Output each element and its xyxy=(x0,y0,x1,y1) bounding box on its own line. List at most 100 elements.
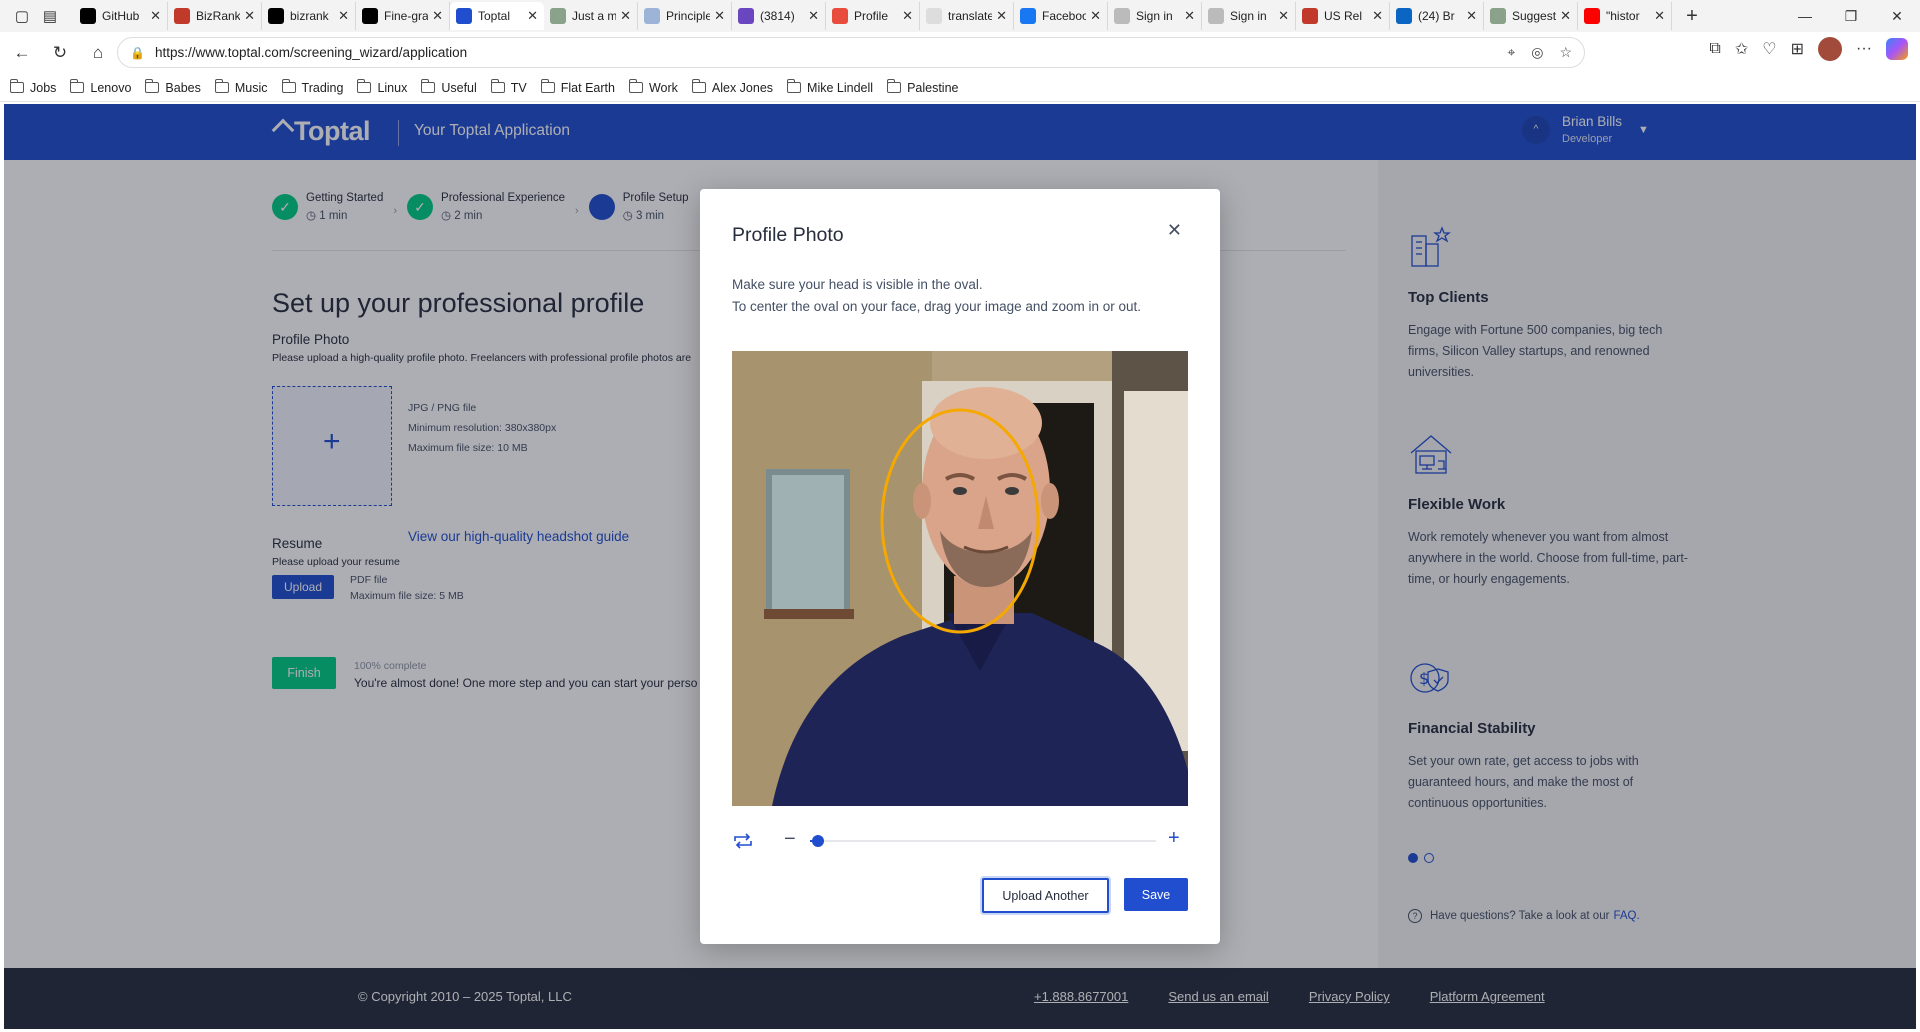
bookmark-folder[interactable]: Useful xyxy=(421,79,477,95)
copilot-icon[interactable] xyxy=(1886,38,1908,60)
browser-tab[interactable]: GitHub ✕ xyxy=(74,2,168,30)
browser-tab[interactable]: Sign in ✕ xyxy=(1108,2,1202,30)
zoom-out-icon[interactable]: − xyxy=(784,828,796,851)
browser-tab[interactable]: "histor ✕ xyxy=(1578,2,1672,30)
bookmark-folder[interactable]: Linux xyxy=(357,79,408,95)
bookmark-label: TV xyxy=(510,80,527,95)
favorite-star-icon[interactable]: ☆ xyxy=(1559,44,1572,61)
bookmark-label: Palestine xyxy=(907,80,959,95)
tab-close-icon[interactable]: ✕ xyxy=(902,8,913,24)
tab-close-icon[interactable]: ✕ xyxy=(1090,8,1101,24)
tab-close-icon[interactable]: ✕ xyxy=(527,8,538,24)
bookmark-label: Linux xyxy=(377,80,408,95)
bookmark-folder[interactable]: Music xyxy=(214,79,268,95)
tab-close-icon[interactable]: ✕ xyxy=(1654,8,1665,24)
browser-tab[interactable]: Principles ✕ xyxy=(638,2,732,30)
refresh-icon[interactable]: ↻ xyxy=(44,37,76,69)
upload-another-button[interactable]: Upload Another xyxy=(982,878,1109,913)
tab-label: Suggest xyxy=(1512,9,1557,23)
tab-close-icon[interactable]: ✕ xyxy=(1466,8,1477,24)
bookmark-folder[interactable]: Mike Lindell xyxy=(787,79,873,95)
bookmark-folder[interactable]: Flat Earth xyxy=(540,79,615,95)
browser-tab[interactable]: Just a moment ✕ xyxy=(544,2,638,30)
browser-tab[interactable]: Toptal ✕ xyxy=(450,2,544,30)
bookmark-label: Trading xyxy=(301,80,344,95)
tab-close-icon[interactable]: ✕ xyxy=(432,8,443,24)
bookmark-label: Jobs xyxy=(30,80,57,95)
tab-close-icon[interactable]: ✕ xyxy=(996,8,1007,24)
zoom-slider[interactable] xyxy=(810,835,1156,847)
folder-icon xyxy=(214,79,229,93)
browser-tab[interactable]: US Rel ✕ xyxy=(1296,2,1390,30)
tracking-icon[interactable]: ◎ xyxy=(1531,44,1543,61)
more-menu-icon[interactable]: ··· xyxy=(1856,40,1872,58)
browser-tab[interactable]: BizRank ✕ xyxy=(168,2,262,30)
tab-close-icon[interactable]: ✕ xyxy=(1560,8,1571,24)
page-icon xyxy=(1490,8,1506,24)
tab-label: "histor xyxy=(1606,9,1640,23)
restore-icon[interactable]: ❐ xyxy=(1828,0,1874,32)
bookmark-folder[interactable]: Alex Jones xyxy=(691,79,773,95)
zoom-controls: − + xyxy=(732,827,1188,853)
bookmark-folder[interactable]: Palestine xyxy=(887,79,959,95)
url-field[interactable]: 🔒 https://www.toptal.com/screening_wizar… xyxy=(117,37,1585,68)
folder-icon xyxy=(421,79,436,93)
browser-tab[interactable]: bizrank ✕ xyxy=(262,2,356,30)
url-actions: ⌖ ◎ ☆ xyxy=(1507,44,1572,61)
close-window-icon[interactable]: ✕ xyxy=(1874,0,1920,32)
bookmark-label: Lenovo xyxy=(90,80,132,95)
bookmark-folder[interactable]: Jobs xyxy=(10,79,57,95)
tab-close-icon[interactable]: ✕ xyxy=(808,8,819,24)
health-icon[interactable]: ♡ xyxy=(1762,39,1776,59)
zoom-in-icon[interactable]: + xyxy=(1168,827,1180,850)
browser-tab[interactable]: (24) Br ✕ xyxy=(1390,2,1484,30)
tab-label: translate xyxy=(948,9,993,23)
vertical-tabs-icon[interactable]: ▤ xyxy=(36,2,64,30)
browser-tab[interactable]: Profile ✕ xyxy=(826,2,920,30)
tab-label: bizrank xyxy=(290,9,329,23)
home-icon[interactable]: ⌂ xyxy=(82,37,114,69)
tab-close-icon[interactable]: ✕ xyxy=(338,8,349,24)
tab-close-icon[interactable]: ✕ xyxy=(244,8,255,24)
workspaces-icon[interactable]: ▢ xyxy=(8,2,36,30)
tab-label: BizRank xyxy=(196,9,241,23)
tab-close-icon[interactable]: ✕ xyxy=(714,8,725,24)
profile-avatar[interactable] xyxy=(1818,37,1843,61)
photo-crop-area[interactable] xyxy=(732,351,1188,806)
bookmark-folder[interactable]: Lenovo xyxy=(70,79,132,95)
modal-title: Profile Photo xyxy=(732,224,844,246)
browser-tab[interactable]: Sign in ✕ xyxy=(1202,2,1296,30)
facebook-icon xyxy=(1020,8,1036,24)
collections-icon[interactable]: ⊞ xyxy=(1791,39,1804,59)
save-button[interactable]: Save xyxy=(1124,878,1188,911)
minimize-icon[interactable]: — xyxy=(1782,0,1828,32)
rotate-icon[interactable] xyxy=(732,831,754,851)
new-tab-button[interactable]: + xyxy=(1678,5,1706,28)
bookmark-folder[interactable]: Babes xyxy=(145,79,201,95)
close-icon[interactable]: ✕ xyxy=(1167,220,1182,241)
profile-icon xyxy=(832,8,848,24)
location-icon[interactable]: ⌖ xyxy=(1507,44,1515,61)
folder-icon xyxy=(70,79,85,93)
tab-close-icon[interactable]: ✕ xyxy=(620,8,631,24)
lock-icon[interactable]: 🔒 xyxy=(130,46,145,60)
tab-label: Facebook xyxy=(1042,9,1086,23)
back-icon[interactable]: ← xyxy=(6,37,38,69)
tab-close-icon[interactable]: ✕ xyxy=(150,8,161,24)
tab-close-icon[interactable]: ✕ xyxy=(1184,8,1195,24)
browser-tab[interactable]: Fine-grained✕ xyxy=(356,2,450,30)
browser-tab[interactable]: Suggest ✕ xyxy=(1484,2,1578,30)
bookmark-folder[interactable]: Work xyxy=(628,79,678,95)
zoom-slider-thumb[interactable] xyxy=(812,835,824,847)
browser-tab[interactable]: translate ✕ xyxy=(920,2,1014,30)
favorites-icon[interactable]: ✩ xyxy=(1735,39,1748,59)
bookmark-folder[interactable]: Trading xyxy=(281,79,344,95)
browser-tab[interactable]: Facebook ✕ xyxy=(1014,2,1108,30)
bookmark-label: Work xyxy=(648,80,678,95)
browser-tab[interactable]: (3814) ✕ xyxy=(732,2,826,30)
tab-close-icon[interactable]: ✕ xyxy=(1372,8,1383,24)
word-icon xyxy=(644,8,660,24)
tab-close-icon[interactable]: ✕ xyxy=(1278,8,1289,24)
extensions-icon[interactable]: ⧉ xyxy=(1709,40,1720,58)
bookmark-folder[interactable]: TV xyxy=(490,79,527,95)
